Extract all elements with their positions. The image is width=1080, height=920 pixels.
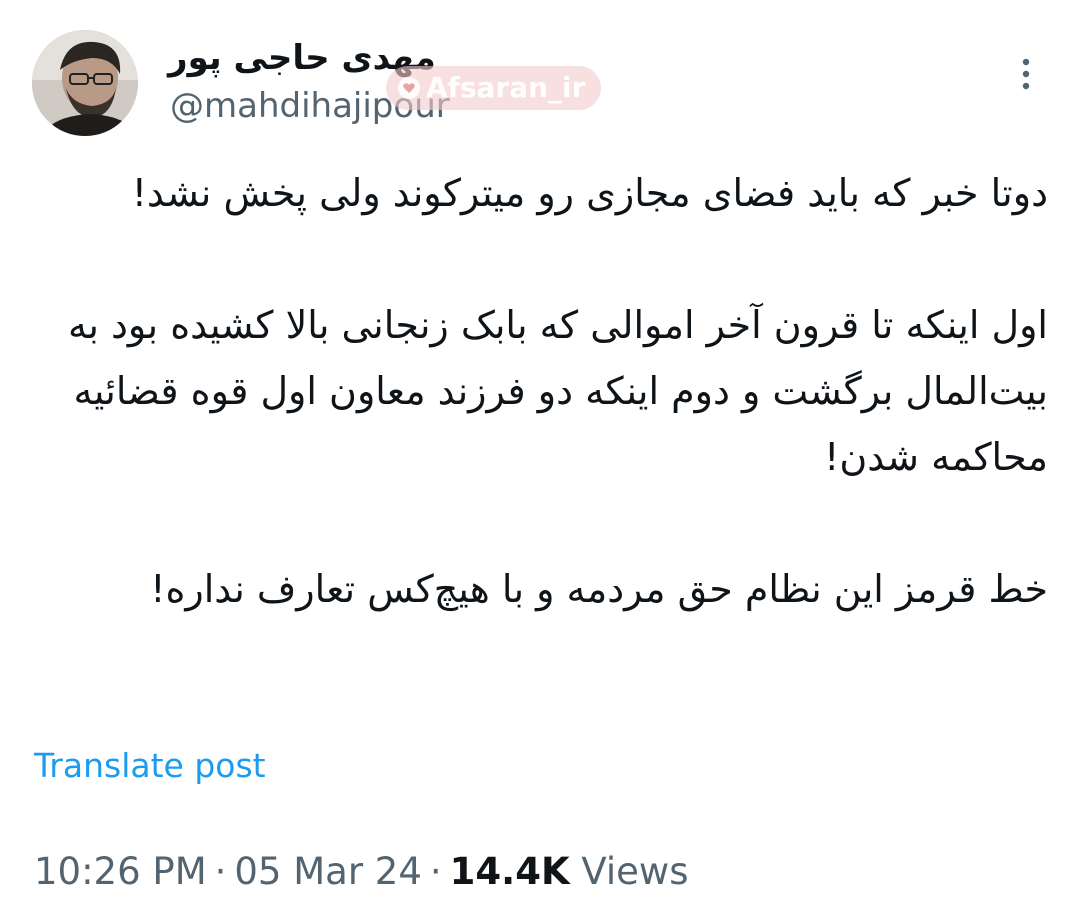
- post-paragraph: اول اینکه تا قرون آخر اموالی که بابک زنج…: [67, 303, 1048, 479]
- post-metadata: 10:26 PM · 05 Mar 24 · 14.4K Views: [34, 848, 688, 896]
- post-paragraph: دوتا خبر که باید فضای مجازی رو میترکوند …: [131, 171, 1048, 215]
- avatar-photo: [32, 30, 138, 136]
- watermark-text: Afsaran_ir: [426, 71, 586, 104]
- post-text: دوتا خبر که باید فضای مجازی رو میترکوند …: [40, 160, 1048, 622]
- post-date[interactable]: 05 Mar 24: [234, 850, 422, 893]
- avatar[interactable]: [32, 30, 138, 136]
- more-options-button[interactable]: [1004, 52, 1048, 96]
- more-vertical-icon: [1022, 58, 1030, 90]
- watermark: Afsaran_ir: [386, 66, 602, 110]
- views-count[interactable]: 14.4K: [450, 850, 570, 893]
- translate-post-link[interactable]: Translate post: [34, 744, 266, 788]
- separator: ·: [429, 850, 442, 893]
- post-time[interactable]: 10:26 PM: [34, 850, 207, 893]
- views-label: Views: [581, 850, 689, 893]
- post-paragraph: خط قرمز این نظام حق مردمه و با هیچ‌کس تع…: [150, 567, 1048, 611]
- separator: ·: [214, 850, 227, 893]
- heart-badge-icon: [398, 77, 420, 99]
